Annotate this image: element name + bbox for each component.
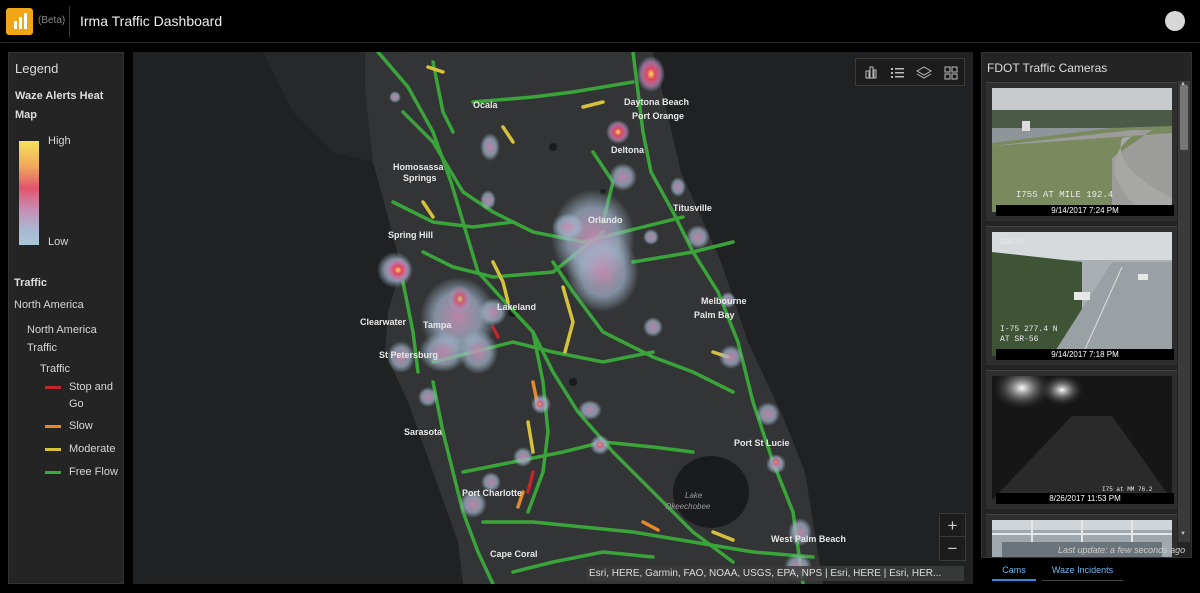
legend-swatch (45, 386, 61, 389)
city-label: Lakeland (497, 302, 536, 312)
camera-card[interactable]: I75S AT MILE 192.4 9/14/2017 7:24 PM (986, 82, 1177, 221)
grid-icon[interactable] (941, 63, 961, 83)
city-label: Port Orange (632, 111, 684, 121)
cameras-scrollbar[interactable] (1178, 81, 1190, 542)
gulf-coast-land (263, 52, 373, 162)
city-label: Port St Lucie (734, 438, 790, 448)
city-label: Ocala (473, 100, 499, 110)
city-label: Titusville (673, 203, 712, 213)
camera-timestamp: 8/26/2017 11:53 PM (996, 493, 1174, 504)
traffic-region-label: North America (14, 299, 84, 311)
city-label: Daytona Beach (624, 97, 689, 107)
legend-item-moderate: Moderate (45, 441, 123, 458)
city-label: West Palm Beach (771, 534, 846, 544)
city-label: Melbourne (701, 296, 747, 306)
city-label: Clearwater (360, 317, 407, 327)
layers-icon[interactable] (914, 63, 934, 83)
camera-timestamp: 9/14/2017 7:18 PM (996, 349, 1174, 360)
scrollbar-thumb[interactable] (1180, 85, 1188, 150)
camera-image[interactable]: SOUTH I-75 277.4 N AT SR-56 (992, 232, 1172, 356)
dashboard-chart-icon (6, 8, 33, 35)
legend-swatch (45, 471, 61, 474)
last-update-text: Last update: a few seconds ago (1058, 545, 1186, 555)
traffic-cameras-panel: FDOT Traffic Cameras I75S AT MILE 192.4 … (981, 52, 1192, 558)
camera-card[interactable]: SOUTH I-75 277.4 N AT SR-56 9/14/2017 7:… (986, 226, 1177, 365)
traffic-legend-title: Traffic (14, 277, 48, 289)
heatmap-high-label: High (48, 135, 71, 147)
city-label: Springs (403, 173, 437, 183)
camera-timestamp: 9/14/2017 7:24 PM (996, 205, 1174, 216)
traffic-layer-label: North America Traffic (27, 324, 97, 354)
camera-image[interactable]: I75S AT MILE 192.4 (992, 88, 1172, 212)
city-label: Deltona (611, 145, 645, 155)
legend-item-label: Stop and Go (69, 381, 114, 410)
legend-swatch (45, 448, 61, 451)
legend-panel: Legend Waze Alerts Heat Map High Low Tra… (8, 52, 124, 584)
camera-image[interactable]: I75 at MM 76.2 GW (992, 376, 1172, 500)
camera-overlay-text: I-75 277.4 N AT SR-56 (1000, 325, 1058, 344)
heatmap-legend-title: Waze Alerts Heat Map (15, 90, 104, 121)
header-divider (69, 6, 70, 37)
map-canvas[interactable]: Daytona Beach Ocala Port Orange Deltona … (133, 52, 973, 584)
city-label: Palm Bay (694, 310, 735, 320)
city-label: Sarasota (404, 427, 443, 437)
map-toolbar (855, 58, 965, 86)
scroll-down-icon[interactable]: ▼ (1180, 531, 1186, 537)
tab-waze-incidents[interactable]: Waze Incidents (1042, 562, 1123, 581)
legend-title: Legend (15, 61, 59, 76)
lake-label: Lake (685, 491, 703, 500)
traffic-sublayer-label: Traffic (40, 363, 70, 375)
user-avatar-icon[interactable] (1165, 11, 1185, 31)
traffic-map[interactable]: Daytona Beach Ocala Port Orange Deltona … (133, 52, 973, 584)
city-label: St Petersburg (379, 350, 438, 360)
legend-item-stop-and-go: Stop and Go (45, 379, 123, 413)
tab-cams[interactable]: Cams (992, 562, 1036, 581)
city-label: Cape Coral (490, 549, 538, 559)
city-label: Port Charlotte (462, 488, 522, 498)
legend-icon[interactable] (861, 63, 881, 83)
beta-label: (Beta) (38, 15, 66, 26)
zoom-control: + − (939, 513, 966, 561)
city-label: Homosassa (393, 162, 445, 172)
legend-item-slow: Slow (45, 418, 123, 435)
heatmap-color-ramp (19, 141, 39, 245)
page-title: Irma Traffic Dashboard (80, 13, 223, 29)
list-icon[interactable] (887, 63, 907, 83)
heatmap-low-label: Low (48, 236, 69, 248)
cameras-title: FDOT Traffic Cameras (987, 61, 1108, 75)
city-label: Tampa (423, 320, 452, 330)
camera-card[interactable]: I75 at MM 76.2 GW 8/26/2017 11:53 PM (986, 370, 1177, 509)
lake-label: Okeechobee (665, 502, 711, 511)
app-header: (Beta) Irma Traffic Dashboard (0, 0, 1200, 43)
city-label: Spring Hill (388, 230, 433, 240)
legend-swatch (45, 425, 61, 428)
zoom-in-button[interactable]: + (940, 514, 965, 537)
camera-overlay-text: I75 at MM 76.2 (1102, 486, 1153, 493)
zoom-out-button[interactable]: − (940, 537, 965, 560)
city-label: Orlando (588, 215, 623, 225)
legend-item-free-flow: Free Flow (45, 464, 123, 481)
scroll-up-icon[interactable]: ▲ (1180, 81, 1186, 87)
map-attribution: Esri, HERE, Garmin, FAO, NOAA, USGS, EPA… (586, 566, 964, 581)
camera-overlay-text: I75S AT MILE 192.4 (1016, 190, 1114, 200)
camera-overlay-label: SOUTH (1000, 238, 1025, 247)
